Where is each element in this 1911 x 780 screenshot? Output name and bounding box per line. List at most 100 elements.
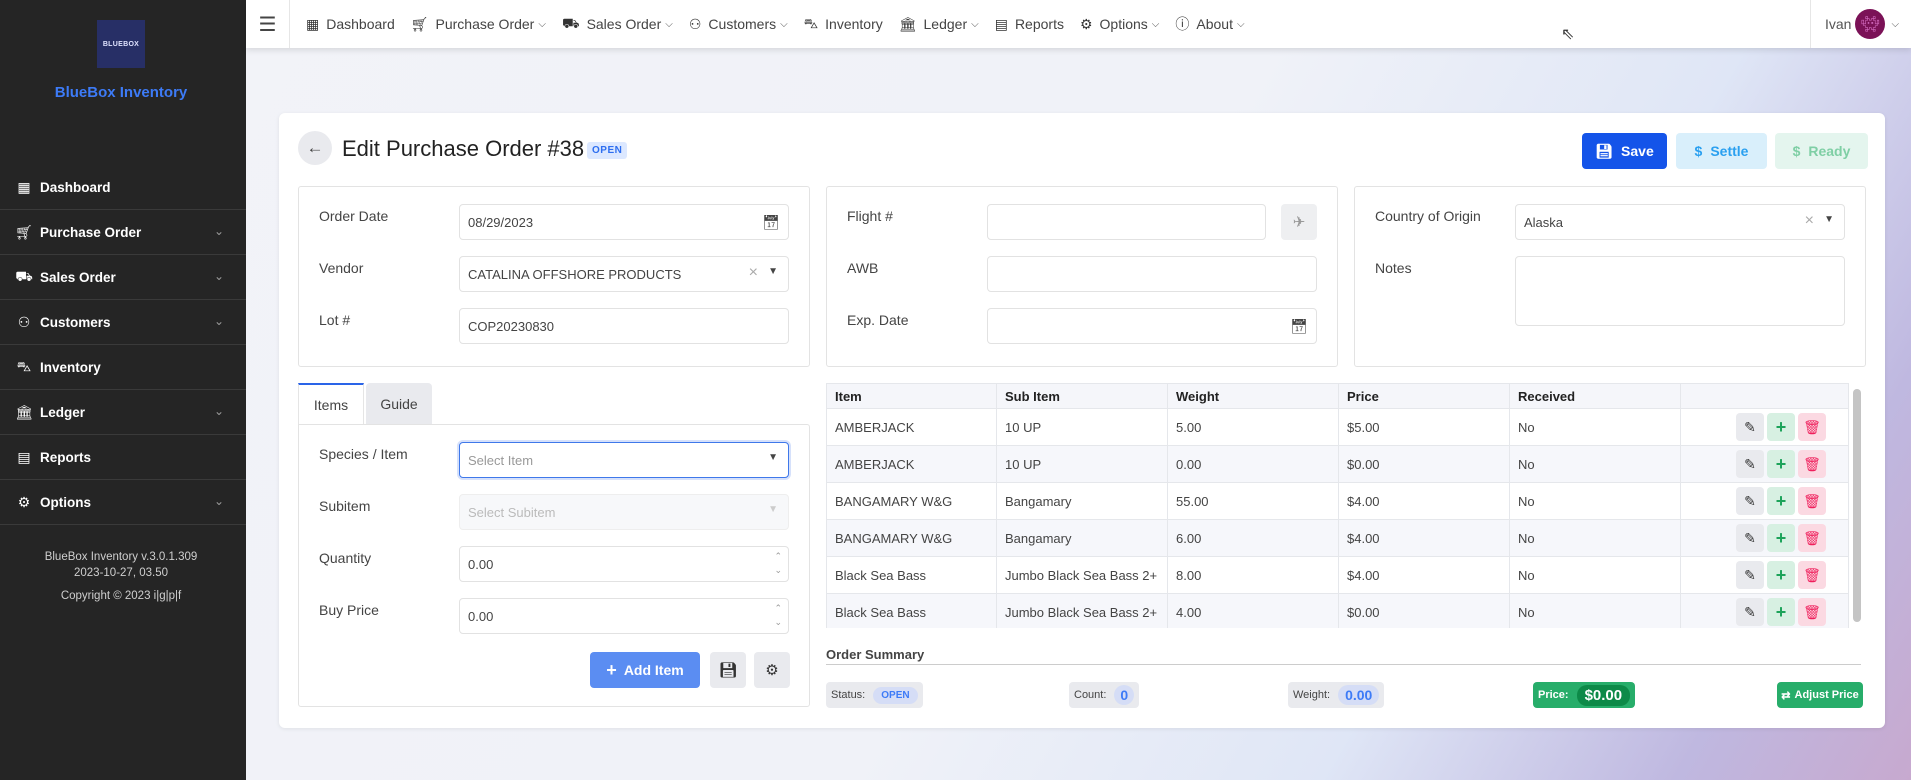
delete-row-button[interactable]: 🗑︎: [1798, 524, 1826, 552]
avatar: 👾︎: [1855, 9, 1886, 39]
clear-icon[interactable]: ×: [1805, 212, 1814, 230]
hamburger-menu-icon[interactable]: ☰: [246, 0, 290, 48]
user-menu[interactable]: Ivan 👾︎ ⌵: [1810, 0, 1911, 48]
col-price[interactable]: Price: [1338, 383, 1510, 409]
clear-icon[interactable]: ×: [749, 264, 758, 282]
chevron-down-icon: ⌄: [213, 224, 224, 238]
add-item-button[interactable]: + Add Item: [590, 652, 700, 688]
edit-row-button[interactable]: ✎: [1736, 598, 1764, 626]
topnav-options[interactable]: ⚙ Options ⌵: [1080, 16, 1159, 33]
plus-icon: +: [1775, 564, 1787, 585]
topnav-ledger[interactable]: 🏛︎ Ledger ⌵: [899, 16, 979, 33]
add-row-button[interactable]: +: [1767, 598, 1795, 626]
sidebar-item-dashboard[interactable]: ▦ Dashboard: [0, 165, 246, 210]
add-row-button[interactable]: +: [1767, 450, 1795, 478]
settle-button[interactable]: $ Settle: [1676, 133, 1767, 169]
country-select[interactable]: Alaska × ▼: [1515, 204, 1845, 240]
topnav-reports[interactable]: ▤ Reports: [995, 16, 1064, 33]
col-item[interactable]: Item: [826, 383, 997, 409]
topnav-about[interactable]: ⓘ About ⌵: [1175, 14, 1244, 34]
cell-sub-item: 10 UP: [996, 408, 1168, 446]
logo[interactable]: BLUEBOX: [97, 20, 145, 68]
chevron-down-icon: ⌄: [213, 314, 224, 328]
notes-row: Notes: [1375, 251, 1845, 326]
add-row-button[interactable]: +: [1767, 561, 1795, 589]
save-button[interactable]: 💾︎ Save: [1582, 133, 1667, 169]
delete-row-button[interactable]: 🗑︎: [1798, 487, 1826, 515]
vendor-row: Vendor CATALINA OFFSHORE PRODUCTS × ▼: [319, 251, 789, 292]
lot-input[interactable]: COP20230830: [459, 308, 789, 344]
lot-value: COP20230830: [468, 318, 555, 334]
floppy-icon: 💾︎: [718, 662, 738, 679]
number-spinner[interactable]: ⌃ ⌄: [774, 549, 782, 577]
awb-input[interactable]: [987, 256, 1317, 292]
calendar-icon[interactable]: 📅︎: [762, 214, 780, 231]
delete-row-button[interactable]: 🗑︎: [1798, 450, 1826, 478]
edit-row-button[interactable]: ✎: [1736, 450, 1764, 478]
edit-row-button[interactable]: ✎: [1736, 413, 1764, 441]
chevron-down-icon: ⌄: [213, 494, 224, 508]
topnav-dashboard[interactable]: ▦ Dashboard: [306, 16, 395, 33]
col-weight[interactable]: Weight: [1167, 383, 1339, 409]
tab-items[interactable]: Items: [298, 383, 364, 425]
flight-lookup-button[interactable]: ✈: [1281, 204, 1317, 240]
back-button[interactable]: ←: [298, 131, 332, 165]
sidebar-item-inventory[interactable]: ⛍ Inventory: [0, 345, 246, 390]
topnav-sales-order[interactable]: ⛟ Sales Order ⌵: [562, 15, 673, 34]
pencil-icon: ✎: [1744, 566, 1756, 583]
subitem-select[interactable]: Select Subitem ▼: [459, 494, 789, 530]
sidebar-item-label: Dashboard: [40, 179, 111, 195]
topnav-inventory[interactable]: ⛍ Inventory: [804, 15, 883, 34]
chevron-down-icon: ⌄: [213, 404, 224, 418]
truck-icon: ⛟: [561, 14, 580, 31]
sidebar-item-ledger[interactable]: 🏛︎ Ledger ⌄: [0, 390, 246, 435]
edit-row-button[interactable]: ✎: [1736, 524, 1764, 552]
col-sub-item[interactable]: Sub Item: [996, 383, 1168, 409]
sidebar-item-sales-order[interactable]: ⛟ Sales Order ⌄: [0, 255, 246, 300]
topnav-customers[interactable]: ⚇ Customers ⌵: [689, 16, 788, 33]
sidebar-item-reports[interactable]: ▤ Reports: [0, 435, 246, 480]
add-row-button[interactable]: +: [1767, 524, 1795, 552]
edit-row-button[interactable]: ✎: [1736, 561, 1764, 589]
vendor-select[interactable]: CATALINA OFFSHORE PRODUCTS × ▼: [459, 256, 789, 292]
cell-price: $0.00: [1338, 593, 1510, 628]
cart-icon: 🛒︎: [410, 15, 429, 32]
table-scrollbar[interactable]: [1853, 389, 1861, 622]
vendor-value: CATALINA OFFSHORE PRODUCTS: [468, 266, 682, 282]
sidebar-item-options[interactable]: ⚙ Options ⌄: [0, 480, 246, 525]
adjust-price-button[interactable]: ⇄ Adjust Price: [1777, 682, 1863, 708]
delete-row-button[interactable]: 🗑︎: [1798, 561, 1826, 589]
species-select[interactable]: Select Item ▼: [459, 442, 789, 478]
topnav-purchase-order[interactable]: 🛒︎ Purchase Order ⌵: [411, 16, 546, 33]
summary-weight: Weight: 0.00: [1288, 682, 1385, 708]
notes-textarea[interactable]: [1515, 256, 1845, 326]
item-settings-button[interactable]: ⚙: [754, 652, 790, 688]
number-spinner[interactable]: ⌃ ⌄: [774, 601, 782, 629]
ready-button[interactable]: $ Ready: [1775, 133, 1868, 169]
calendar-icon[interactable]: 📅︎: [1290, 318, 1308, 335]
buy-price-input[interactable]: 0.00 ⌃ ⌄: [459, 598, 789, 634]
flight-input[interactable]: [987, 204, 1266, 240]
quantity-input[interactable]: 0.00 ⌃ ⌄: [459, 546, 789, 582]
count-value: 0: [1114, 685, 1135, 705]
summary-status: Status: OPEN: [826, 682, 923, 708]
cell-price: $5.00: [1338, 408, 1510, 446]
sidebar-item-purchase-order[interactable]: 🛒︎ Purchase Order ⌄: [0, 210, 246, 255]
delete-row-button[interactable]: 🗑︎: [1798, 598, 1826, 626]
save-item-button[interactable]: 💾︎: [710, 652, 746, 688]
col-received[interactable]: Received: [1509, 383, 1681, 409]
edit-row-button[interactable]: ✎: [1736, 487, 1764, 515]
exp-date-input[interactable]: 📅︎: [987, 308, 1317, 344]
bank-icon: 🏛︎: [898, 15, 917, 32]
add-row-button[interactable]: +: [1767, 487, 1795, 515]
delete-row-button[interactable]: 🗑︎: [1798, 413, 1826, 441]
topnav-label: About: [1196, 16, 1233, 32]
country-value: Alaska: [1524, 214, 1564, 230]
brand-name[interactable]: BlueBox Inventory: [0, 84, 242, 101]
sidebar-item-customers[interactable]: ⚇ Customers ⌄: [0, 300, 246, 345]
table-row: BANGAMARY W&G Bangamary 6.00 $4.00 No ✎ + 🗑︎: [826, 519, 1849, 557]
tab-guide[interactable]: Guide: [366, 383, 432, 425]
items-table: Item Sub Item Weight Price Received AMBE…: [826, 383, 1849, 628]
order-date-input[interactable]: 08/29/2023 📅︎: [459, 204, 789, 240]
add-row-button[interactable]: +: [1767, 413, 1795, 441]
